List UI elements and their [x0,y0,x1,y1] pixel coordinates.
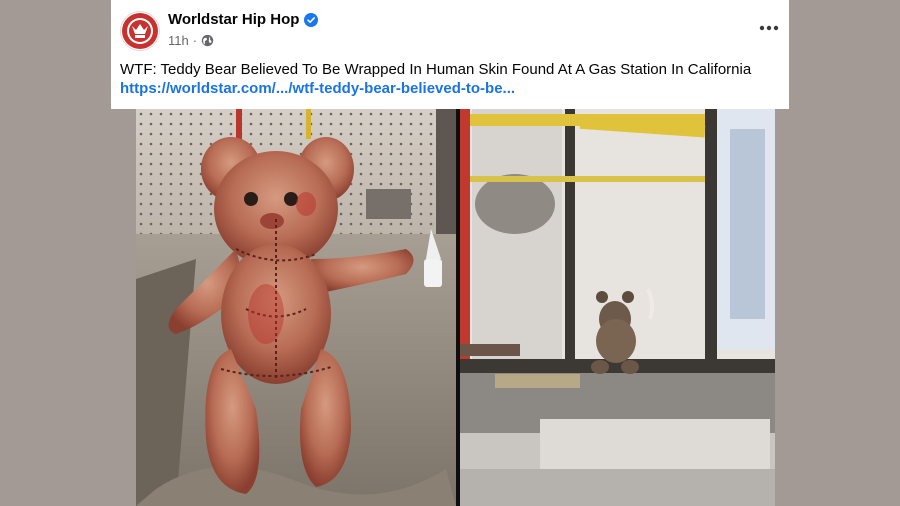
page-name-link[interactable]: Worldstar Hip Hop [168,11,299,28]
post-media[interactable] [111,109,789,506]
photo-gas-station-door[interactable] [460,109,775,506]
verified-badge-icon [304,12,319,27]
page-avatar[interactable] [120,11,160,51]
post-caption: WTF: Teddy Bear Believed To Be Wrapped I… [120,61,752,78]
meta-separator: · [192,33,198,48]
post-meta: 11h · [168,33,214,48]
post-header: Worldstar Hip Hop 11h · [111,0,789,60]
globe-icon[interactable] [201,34,214,47]
more-options-icon [759,25,779,31]
post-timestamp[interactable]: 11h [168,33,189,48]
photo-teddy-bear-closeup[interactable] [136,109,456,506]
post-link[interactable]: https://worldstar.com/.../wtf-teddy-bear… [120,79,515,99]
more-options-button[interactable] [757,16,781,40]
worldstar-logo-icon [122,13,158,49]
facebook-post: Worldstar Hip Hop 11h · WTF: Teddy Bear … [111,0,789,506]
page-name-row: Worldstar Hip Hop [168,11,319,28]
